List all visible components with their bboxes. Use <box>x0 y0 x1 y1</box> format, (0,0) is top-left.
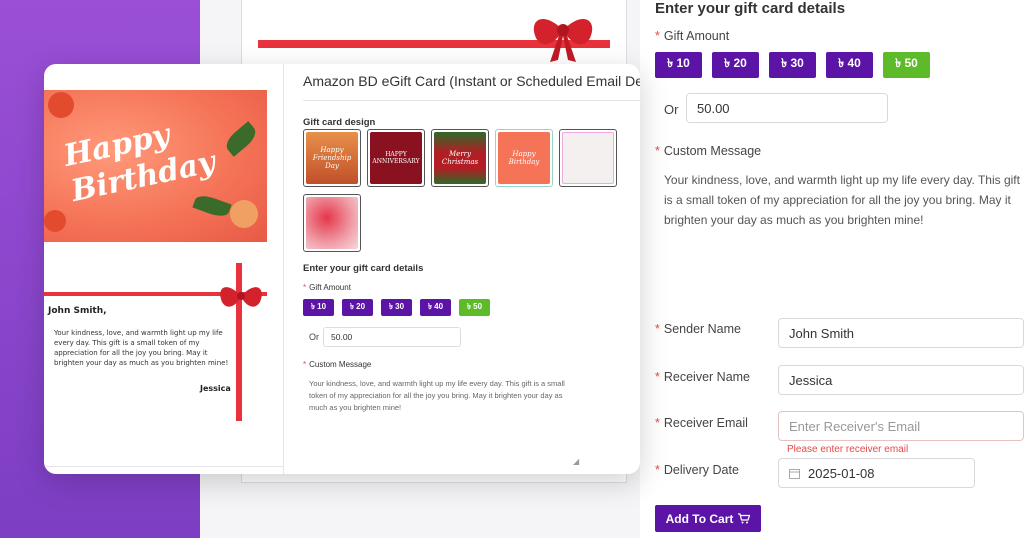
or-label: Or <box>664 102 679 117</box>
divider <box>303 100 640 101</box>
amount-button-50[interactable]: ৳ 50 <box>883 52 930 78</box>
add-to-cart-button[interactable]: Add To Cart <box>655 505 761 532</box>
delivery-date-label: * Delivery Date <box>655 463 739 477</box>
amount-button-50[interactable]: ৳ 50 <box>459 299 490 316</box>
flower-decoration <box>44 210 66 232</box>
calendar-icon <box>789 468 800 479</box>
add-to-cart-label: Add To Cart <box>665 511 734 526</box>
product-title: Amazon BD eGift Card (Instant or Schedul… <box>303 73 640 89</box>
flower-decoration <box>230 200 258 228</box>
hearts-thumb <box>306 197 358 249</box>
bow-icon <box>220 287 262 307</box>
design-thumb-anniversary[interactable]: HAPPY ANNIVERSARY <box>367 129 425 187</box>
receiver-name-input[interactable]: Jessica <box>778 365 1024 395</box>
custom-message-textarea[interactable]: Your kindness, love, and warmth light up… <box>664 170 1024 230</box>
bow-icon <box>533 18 593 62</box>
details-label: Enter your gift card details <box>303 263 424 274</box>
design-thumb-hearts[interactable] <box>303 194 361 252</box>
amount-button-10[interactable]: ৳ 10 <box>655 52 702 78</box>
birthday-card-image: Happy Birthday <box>44 90 267 242</box>
floral-thumb <box>562 132 614 184</box>
amount-buttons: ৳ 10 ৳ 20 ৳ 30 ৳ 40 ৳ 50 <box>655 52 930 78</box>
flower-decoration <box>48 92 74 118</box>
design-thumbnails: Happy Friendship Day HAPPY ANNIVERSARY M… <box>303 129 617 187</box>
form-title: Enter your gift card details <box>655 0 846 17</box>
amount-button-20[interactable]: ৳ 20 <box>712 52 759 78</box>
custom-amount-input[interactable]: 50.00 <box>686 93 888 123</box>
amount-button-20[interactable]: ৳ 20 <box>342 299 373 316</box>
design-thumb-birthday[interactable]: Happy Birthday <box>495 129 553 187</box>
leaf-decoration <box>192 192 232 220</box>
amount-buttons: ৳ 10 ৳ 20 ৳ 30 ৳ 40 ৳ 50 <box>303 299 490 316</box>
design-thumb-floral[interactable] <box>559 129 617 187</box>
resize-handle-icon[interactable]: ◢ <box>573 457 579 466</box>
amount-button-30[interactable]: ৳ 30 <box>381 299 412 316</box>
receiver-email-error: Please enter receiver email <box>787 444 909 455</box>
custom-amount-input[interactable]: 50.00 <box>323 327 461 347</box>
sender-name-input[interactable]: John Smith <box>778 318 1024 348</box>
preview-from-name: Jessica <box>200 384 231 393</box>
delivery-date-input[interactable]: 2025-01-08 <box>778 458 975 488</box>
receiver-email-label: * Receiver Email <box>655 416 748 430</box>
preview-to-name: John Smith, <box>48 306 107 316</box>
or-label: Or <box>309 332 319 342</box>
gift-card-design-label: Gift card design <box>303 117 376 128</box>
custom-message-label: * Custom Message <box>655 144 762 158</box>
receiver-name-label: * Receiver Name <box>655 370 751 384</box>
amount-button-40[interactable]: ৳ 40 <box>420 299 451 316</box>
gift-amount-label: * Gift Amount <box>655 29 730 43</box>
receiver-email-input[interactable]: Enter Receiver's Email <box>778 411 1024 441</box>
sender-name-label: * Sender Name <box>655 322 741 336</box>
card-preview: Happy Birthday John Smith, Your kindness… <box>44 64 284 474</box>
delivery-date-value: 2025-01-08 <box>808 465 875 481</box>
cart-icon <box>738 513 751 524</box>
birthday-thumb-text: Happy Birthday <box>498 132 550 184</box>
design-thumb-christmas[interactable]: Merry Christmas <box>431 129 489 187</box>
friendship-thumb-text: Happy Friendship Day <box>306 132 358 184</box>
gift-amount-label: * Gift Amount <box>303 283 351 292</box>
custom-message-label: * Custom Message <box>303 360 372 369</box>
divider <box>44 466 284 467</box>
gift-card-overlay: Happy Birthday John Smith, Your kindness… <box>44 64 640 474</box>
amount-button-40[interactable]: ৳ 40 <box>826 52 873 78</box>
amount-button-30[interactable]: ৳ 30 <box>769 52 816 78</box>
happy-birthday-headline: Happy Birthday <box>60 117 219 210</box>
amount-button-10[interactable]: ৳ 10 <box>303 299 334 316</box>
preview-message: Your kindness, love, and warmth light up… <box>54 329 229 367</box>
christmas-thumb-text: Merry Christmas <box>434 132 486 184</box>
custom-message-textarea[interactable]: Your kindness, love, and warmth light up… <box>309 378 569 414</box>
anniversary-thumb-text: HAPPY ANNIVERSARY <box>370 132 422 184</box>
design-thumb-friendship-day[interactable]: Happy Friendship Day <box>303 129 361 187</box>
